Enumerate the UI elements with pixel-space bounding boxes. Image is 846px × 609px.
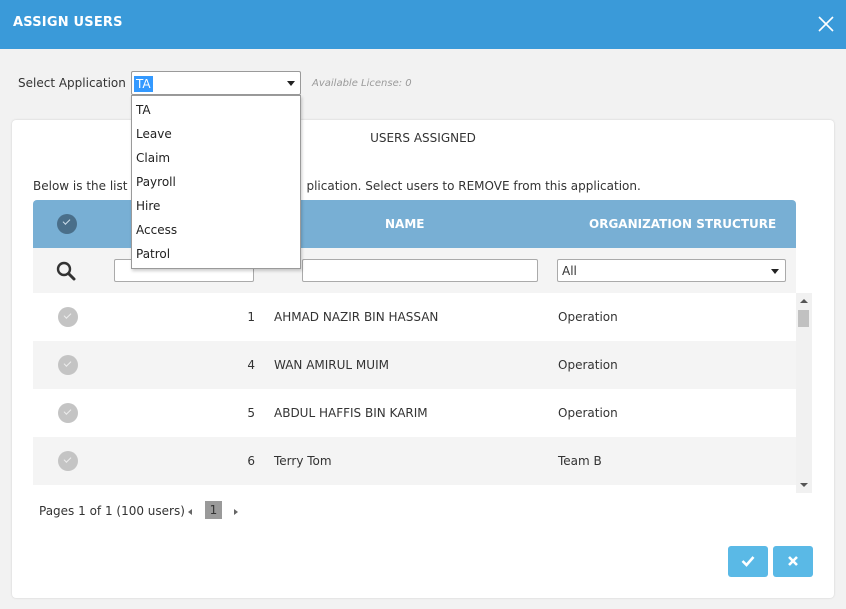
times-icon bbox=[788, 556, 798, 566]
column-organization-structure[interactable]: ORGANIZATION STRUCTURE bbox=[589, 217, 776, 231]
select-all-checkbox[interactable] bbox=[57, 214, 77, 234]
pager: Pages 1 of 1 (100 users) 1 bbox=[39, 501, 238, 519]
application-option[interactable]: TA bbox=[136, 100, 151, 120]
application-option[interactable]: Claim bbox=[136, 148, 170, 168]
cancel-button[interactable] bbox=[773, 546, 813, 577]
card-description: Below is the list plication. Select users… bbox=[33, 179, 641, 193]
org-filter-select[interactable]: All bbox=[557, 259, 786, 282]
row-org: Operation bbox=[558, 406, 618, 420]
row-name: Terry Tom bbox=[274, 454, 332, 468]
row-number: 6 bbox=[247, 454, 255, 468]
table-row[interactable]: 4 WAN AMIRUL MUIM Operation bbox=[33, 341, 796, 389]
column-name[interactable]: NAME bbox=[385, 217, 424, 231]
check-icon bbox=[741, 556, 755, 567]
table-row[interactable]: 1 AHMAD NAZIR BIN HASSAN Operation bbox=[33, 293, 796, 341]
row-number: 4 bbox=[247, 358, 255, 372]
chevron-right-icon[interactable] bbox=[234, 509, 238, 515]
caret-down-icon bbox=[771, 269, 779, 274]
pager-summary: Pages 1 of 1 (100 users) bbox=[39, 504, 185, 518]
row-number: 1 bbox=[247, 310, 255, 324]
table-row[interactable]: 5 ABDUL HAFFIS BIN KARIM Operation bbox=[33, 389, 796, 437]
dialog-header: ASSIGN USERS bbox=[0, 0, 846, 49]
row-name: ABDUL HAFFIS BIN KARIM bbox=[274, 406, 428, 420]
row-number: 5 bbox=[247, 406, 255, 420]
row-checkbox[interactable] bbox=[58, 355, 78, 375]
application-option[interactable]: Access bbox=[136, 220, 177, 240]
scroll-down-icon[interactable] bbox=[800, 483, 808, 487]
search-icon bbox=[55, 260, 77, 282]
row-org: Team B bbox=[558, 454, 602, 468]
row-name: AHMAD NAZIR BIN HASSAN bbox=[274, 310, 439, 324]
application-option[interactable]: Patrol bbox=[136, 244, 170, 264]
scroll-thumb[interactable] bbox=[798, 310, 809, 327]
description-right: plication. Select users to REMOVE from t… bbox=[306, 179, 641, 193]
application-selected-value: TA bbox=[134, 76, 153, 92]
row-org: Operation bbox=[558, 310, 618, 324]
row-org: Operation bbox=[558, 358, 618, 372]
available-license: Available License: 0 bbox=[312, 78, 412, 89]
rows-scrollbar[interactable] bbox=[796, 293, 812, 493]
org-filter-value: All bbox=[562, 264, 577, 278]
scroll-up-icon[interactable] bbox=[800, 299, 808, 303]
description-left: Below is the list bbox=[33, 179, 128, 193]
user-rows: 1 AHMAD NAZIR BIN HASSAN Operation 4 WAN… bbox=[33, 293, 796, 485]
application-option[interactable]: Hire bbox=[136, 196, 160, 216]
page-button-current[interactable]: 1 bbox=[205, 501, 222, 519]
row-name: WAN AMIRUL MUIM bbox=[274, 358, 389, 372]
select-application-label: Select Application bbox=[18, 76, 126, 90]
table-row[interactable]: 6 Terry Tom Team B bbox=[33, 437, 796, 485]
dialog-title: ASSIGN USERS bbox=[13, 15, 123, 30]
chevron-left-icon[interactable] bbox=[188, 509, 192, 515]
application-option[interactable]: Leave bbox=[136, 124, 172, 144]
close-icon[interactable] bbox=[818, 16, 834, 32]
application-option[interactable]: Payroll bbox=[136, 172, 176, 192]
application-select[interactable]: TA bbox=[131, 71, 301, 95]
confirm-button[interactable] bbox=[728, 546, 768, 577]
application-dropdown-list: TA Leave Claim Payroll Hire Access Patro… bbox=[131, 95, 301, 269]
caret-down-icon bbox=[287, 81, 295, 86]
row-checkbox[interactable] bbox=[58, 451, 78, 471]
row-checkbox[interactable] bbox=[58, 307, 78, 327]
name-filter-input[interactable] bbox=[302, 259, 538, 282]
row-checkbox[interactable] bbox=[58, 403, 78, 423]
